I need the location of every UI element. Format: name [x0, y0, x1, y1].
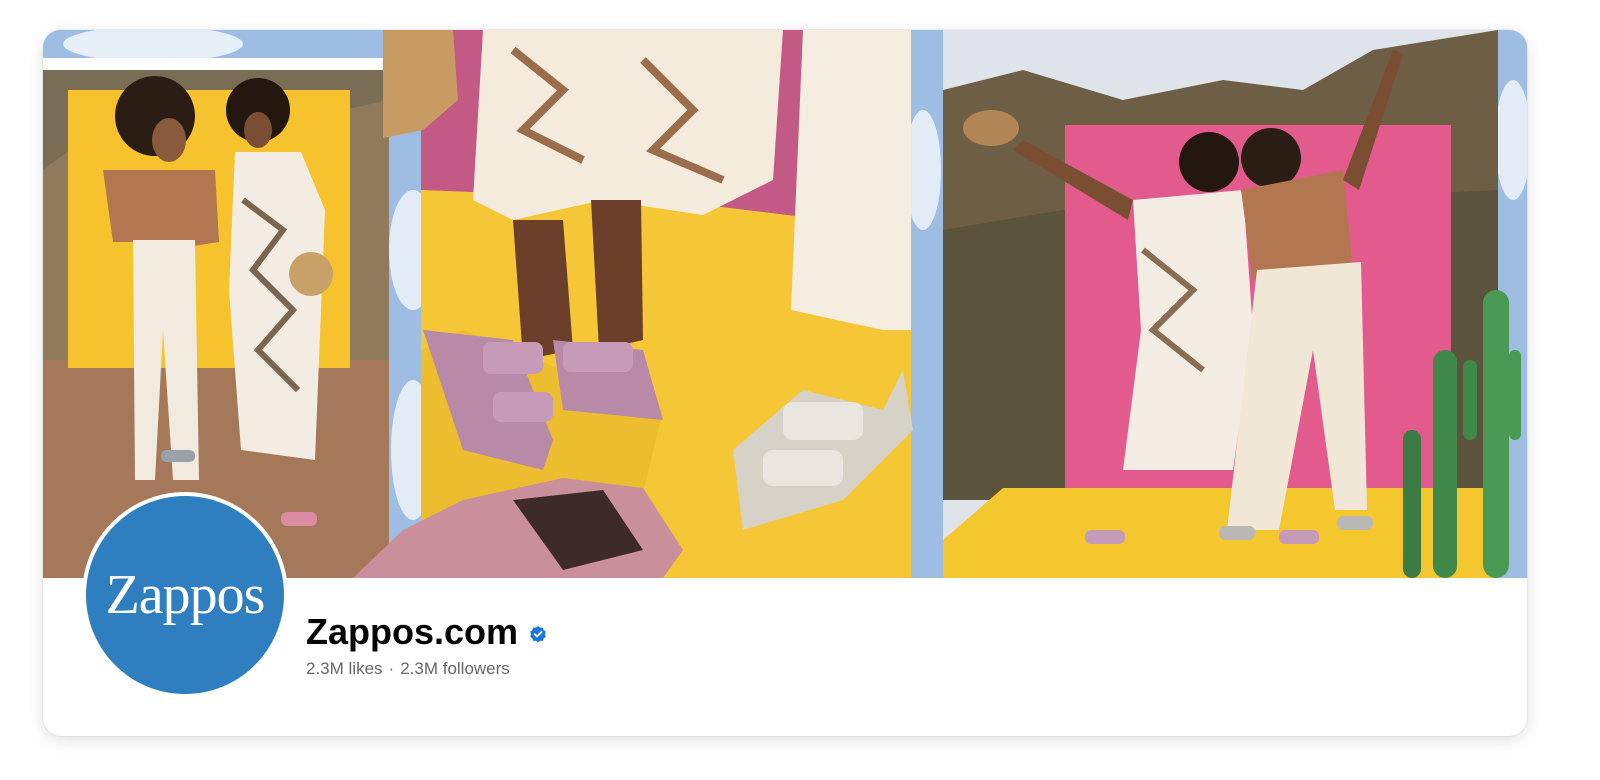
followers-count[interactable]: 2.3M followers — [400, 659, 510, 679]
likes-count[interactable]: 2.3M likes — [306, 659, 383, 679]
zappos-logo: Zappos — [86, 496, 284, 694]
page-title[interactable]: Zappos.com — [306, 612, 518, 652]
page-header-card: Zappos Zappos.com 2.3M likes · 2.3M foll… — [43, 30, 1527, 736]
stats-separator: · — [388, 659, 395, 678]
cover-photo[interactable] — [43, 30, 1527, 578]
profile-picture[interactable]: Zappos — [82, 492, 288, 698]
verified-badge-icon[interactable] — [528, 624, 548, 644]
page-stats: 2.3M likes · 2.3M followers — [306, 659, 510, 679]
cover-collage — [43, 30, 1527, 578]
page-title-row: Zappos.com — [306, 612, 548, 652]
right-photo — [943, 30, 1521, 578]
